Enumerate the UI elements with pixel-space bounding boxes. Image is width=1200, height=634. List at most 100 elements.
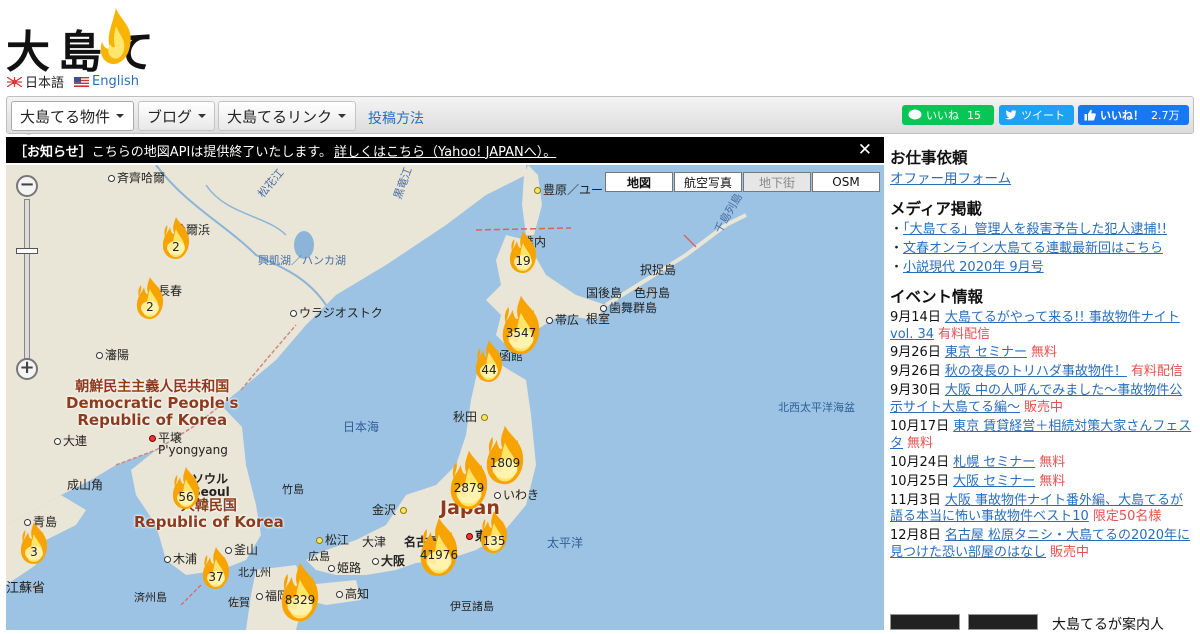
- fire-cluster-marker[interactable]: 8329: [271, 560, 329, 624]
- media-link[interactable]: 小説現代 2020年 9月号: [903, 260, 1044, 275]
- menu-links-label: 大島てるリンク: [227, 107, 333, 126]
- lang-english[interactable]: English: [74, 72, 139, 91]
- post-method-link[interactable]: 投稿方法: [368, 108, 424, 128]
- caret-down-icon: [198, 114, 206, 118]
- flame-icon: [509, 231, 537, 273]
- fire-count: 2879: [453, 481, 485, 495]
- menu-links[interactable]: 大島てるリンク: [218, 101, 356, 131]
- event-status: 無料: [1039, 473, 1066, 489]
- fire-cluster-marker[interactable]: 44: [469, 338, 509, 384]
- facebook-like-count: 2.7万: [1151, 109, 1180, 122]
- map-type-osm[interactable]: OSM: [812, 172, 880, 192]
- zoom-out-icon[interactable]: −: [16, 175, 38, 197]
- map-view[interactable]: 地図 航空写真 地下街 OSM − + 斉齊哈爾 哈爾浜 長春 瀋陽 大連 青島…: [6, 165, 884, 630]
- zoom-control: − +: [16, 175, 40, 380]
- line-like-button[interactable]: いいね 15: [902, 105, 994, 125]
- event-date: 9月26日: [890, 345, 941, 361]
- menu-properties[interactable]: 大島てる物件: [11, 101, 134, 131]
- flame-icon: [281, 562, 319, 622]
- thumbs-up-icon: [1084, 109, 1096, 121]
- place-qiqihar: 斉齊哈爾: [108, 169, 165, 186]
- flame-icon: [202, 547, 230, 589]
- fire-cluster-marker[interactable]: 2: [130, 275, 170, 321]
- japan-flag-icon: [7, 76, 22, 87]
- sea-of-japan-label: 日本海: [343, 420, 380, 434]
- fire-cluster-marker[interactable]: 3: [14, 520, 54, 566]
- line-like-count: 15: [967, 108, 981, 122]
- caret-down-icon: [116, 114, 125, 118]
- zoom-slider-handle[interactable]: [16, 248, 38, 254]
- media-list: ・「大島てる」管理人を殺害予告した犯人逮捕!! ・文春オンライン大島てる連載最新…: [890, 222, 1194, 277]
- fire-cluster-marker[interactable]: 2: [156, 215, 196, 261]
- country-south-korea: 大韓民国 Republic of Korea: [134, 498, 284, 532]
- event-status: 販売中: [1024, 400, 1064, 416]
- place-obihiro: 帯広: [546, 311, 579, 328]
- facebook-like-label: いいね！: [1100, 109, 1144, 122]
- event-date: 9月26日: [890, 364, 941, 380]
- fire-count: 44: [481, 363, 497, 377]
- event-item: 9月30日 大阪 中の人呼んでみました～事故物件公示サイト大島てる編～ 販売中: [890, 383, 1194, 417]
- notice-banner: ［お知らせ］ こちらの地図APIは提供終了いたします。 詳しくはこちら（Yaho…: [6, 137, 884, 163]
- place-takeshima: 竹島: [282, 483, 304, 496]
- event-status: 有料配信: [938, 326, 991, 342]
- site-logo[interactable]: 大島てる: [6, 6, 206, 142]
- flame-icon: [100, 8, 131, 64]
- place-iwaki: いわき: [494, 486, 539, 503]
- facebook-like-button[interactable]: いいね！ 2.7万: [1078, 105, 1189, 125]
- media-item: ・文春オンライン大島てる連載最新回はこちら: [890, 240, 1164, 256]
- place-saga: 佐賀: [228, 596, 250, 609]
- book-thumbnail[interactable]: [890, 614, 960, 630]
- fire-cluster-marker[interactable]: 2879: [440, 448, 498, 512]
- fire-cluster-marker[interactable]: 56: [166, 465, 206, 511]
- event-date: 9月14日: [890, 309, 941, 325]
- place-habomai: 歯舞群島: [600, 299, 657, 316]
- media-item: ・小説現代 2020年 9月号: [890, 259, 1044, 275]
- event-link[interactable]: 札幌 セミナー: [953, 455, 1035, 470]
- fire-cluster-marker[interactable]: 135: [474, 509, 514, 555]
- close-icon[interactable]: ✕: [858, 140, 872, 160]
- fire-count: 3: [30, 545, 38, 559]
- event-date: 10月17日: [890, 418, 950, 434]
- place-himeji: 姫路: [328, 559, 361, 576]
- media-link[interactable]: 「大島てる」管理人を殺害予告した犯人逮捕!!: [903, 222, 1167, 237]
- map-type-underground[interactable]: 地下街: [743, 172, 811, 192]
- event-link[interactable]: 大阪 セミナー: [953, 474, 1035, 489]
- place-pyongyang-en: P'yongyang: [158, 443, 228, 457]
- event-item: 10月17日 東京 賃貸経営＋相続対策大家さんフェスタ 無料: [890, 419, 1194, 453]
- bottom-thumbnails: 大島てるが案内人: [890, 614, 1164, 634]
- media-link[interactable]: 文春オンライン大島てる連載最新回はこちら: [903, 241, 1163, 256]
- event-link[interactable]: 秋の夜長のトリハダ事故物件！: [945, 364, 1127, 379]
- nw-pacific-basin-label: 北西太平洋海盆: [778, 401, 855, 414]
- place-matsue: 松江: [316, 531, 349, 548]
- zoom-slider-track[interactable]: [24, 199, 30, 359]
- event-item: 11月3日 大阪 事故物件ナイト番外編、大島てるが語る本当に怖い事故物件ベスト10…: [890, 493, 1194, 527]
- tweet-button[interactable]: ツイート: [999, 105, 1074, 125]
- work-title: お仕事依頼: [890, 149, 968, 167]
- notice-details-link[interactable]: 詳しくはこちら（Yahoo! JAPANへ）。: [334, 141, 556, 160]
- zoom-in-icon[interactable]: +: [16, 358, 38, 380]
- us-flag-icon: [74, 76, 90, 87]
- pacific-label: 太平洋: [547, 536, 584, 550]
- menu-blog[interactable]: ブログ: [138, 101, 215, 131]
- place-osaka: 大阪: [372, 552, 405, 569]
- event-item: 9月26日 東京 セミナー 無料: [890, 345, 1194, 362]
- fire-cluster-marker[interactable]: 19: [503, 229, 543, 275]
- event-date: 9月30日: [890, 383, 941, 399]
- line-like-label: いいね: [926, 109, 959, 122]
- lang-english-label: English: [92, 74, 139, 89]
- event-date: 12月8日: [890, 528, 941, 544]
- menu-blog-label: ブログ: [147, 107, 193, 126]
- fire-count: 135: [482, 534, 506, 548]
- book-thumbnail[interactable]: [968, 614, 1038, 630]
- bottom-caption: 大島てるが案内人: [1052, 617, 1164, 633]
- offer-form-link[interactable]: オファー用フォーム: [890, 171, 1011, 187]
- flame-icon: [450, 450, 488, 510]
- fire-count: 2: [172, 240, 180, 254]
- fire-cluster-marker[interactable]: 41976: [410, 515, 468, 579]
- fire-cluster-marker[interactable]: 37: [196, 545, 236, 591]
- lang-japanese[interactable]: 日本語: [7, 72, 64, 91]
- fire-count: 41976: [419, 548, 459, 562]
- map-type-map[interactable]: 地図: [605, 172, 673, 192]
- event-link[interactable]: 東京 セミナー: [945, 345, 1027, 360]
- event-date: 10月25日: [890, 473, 950, 489]
